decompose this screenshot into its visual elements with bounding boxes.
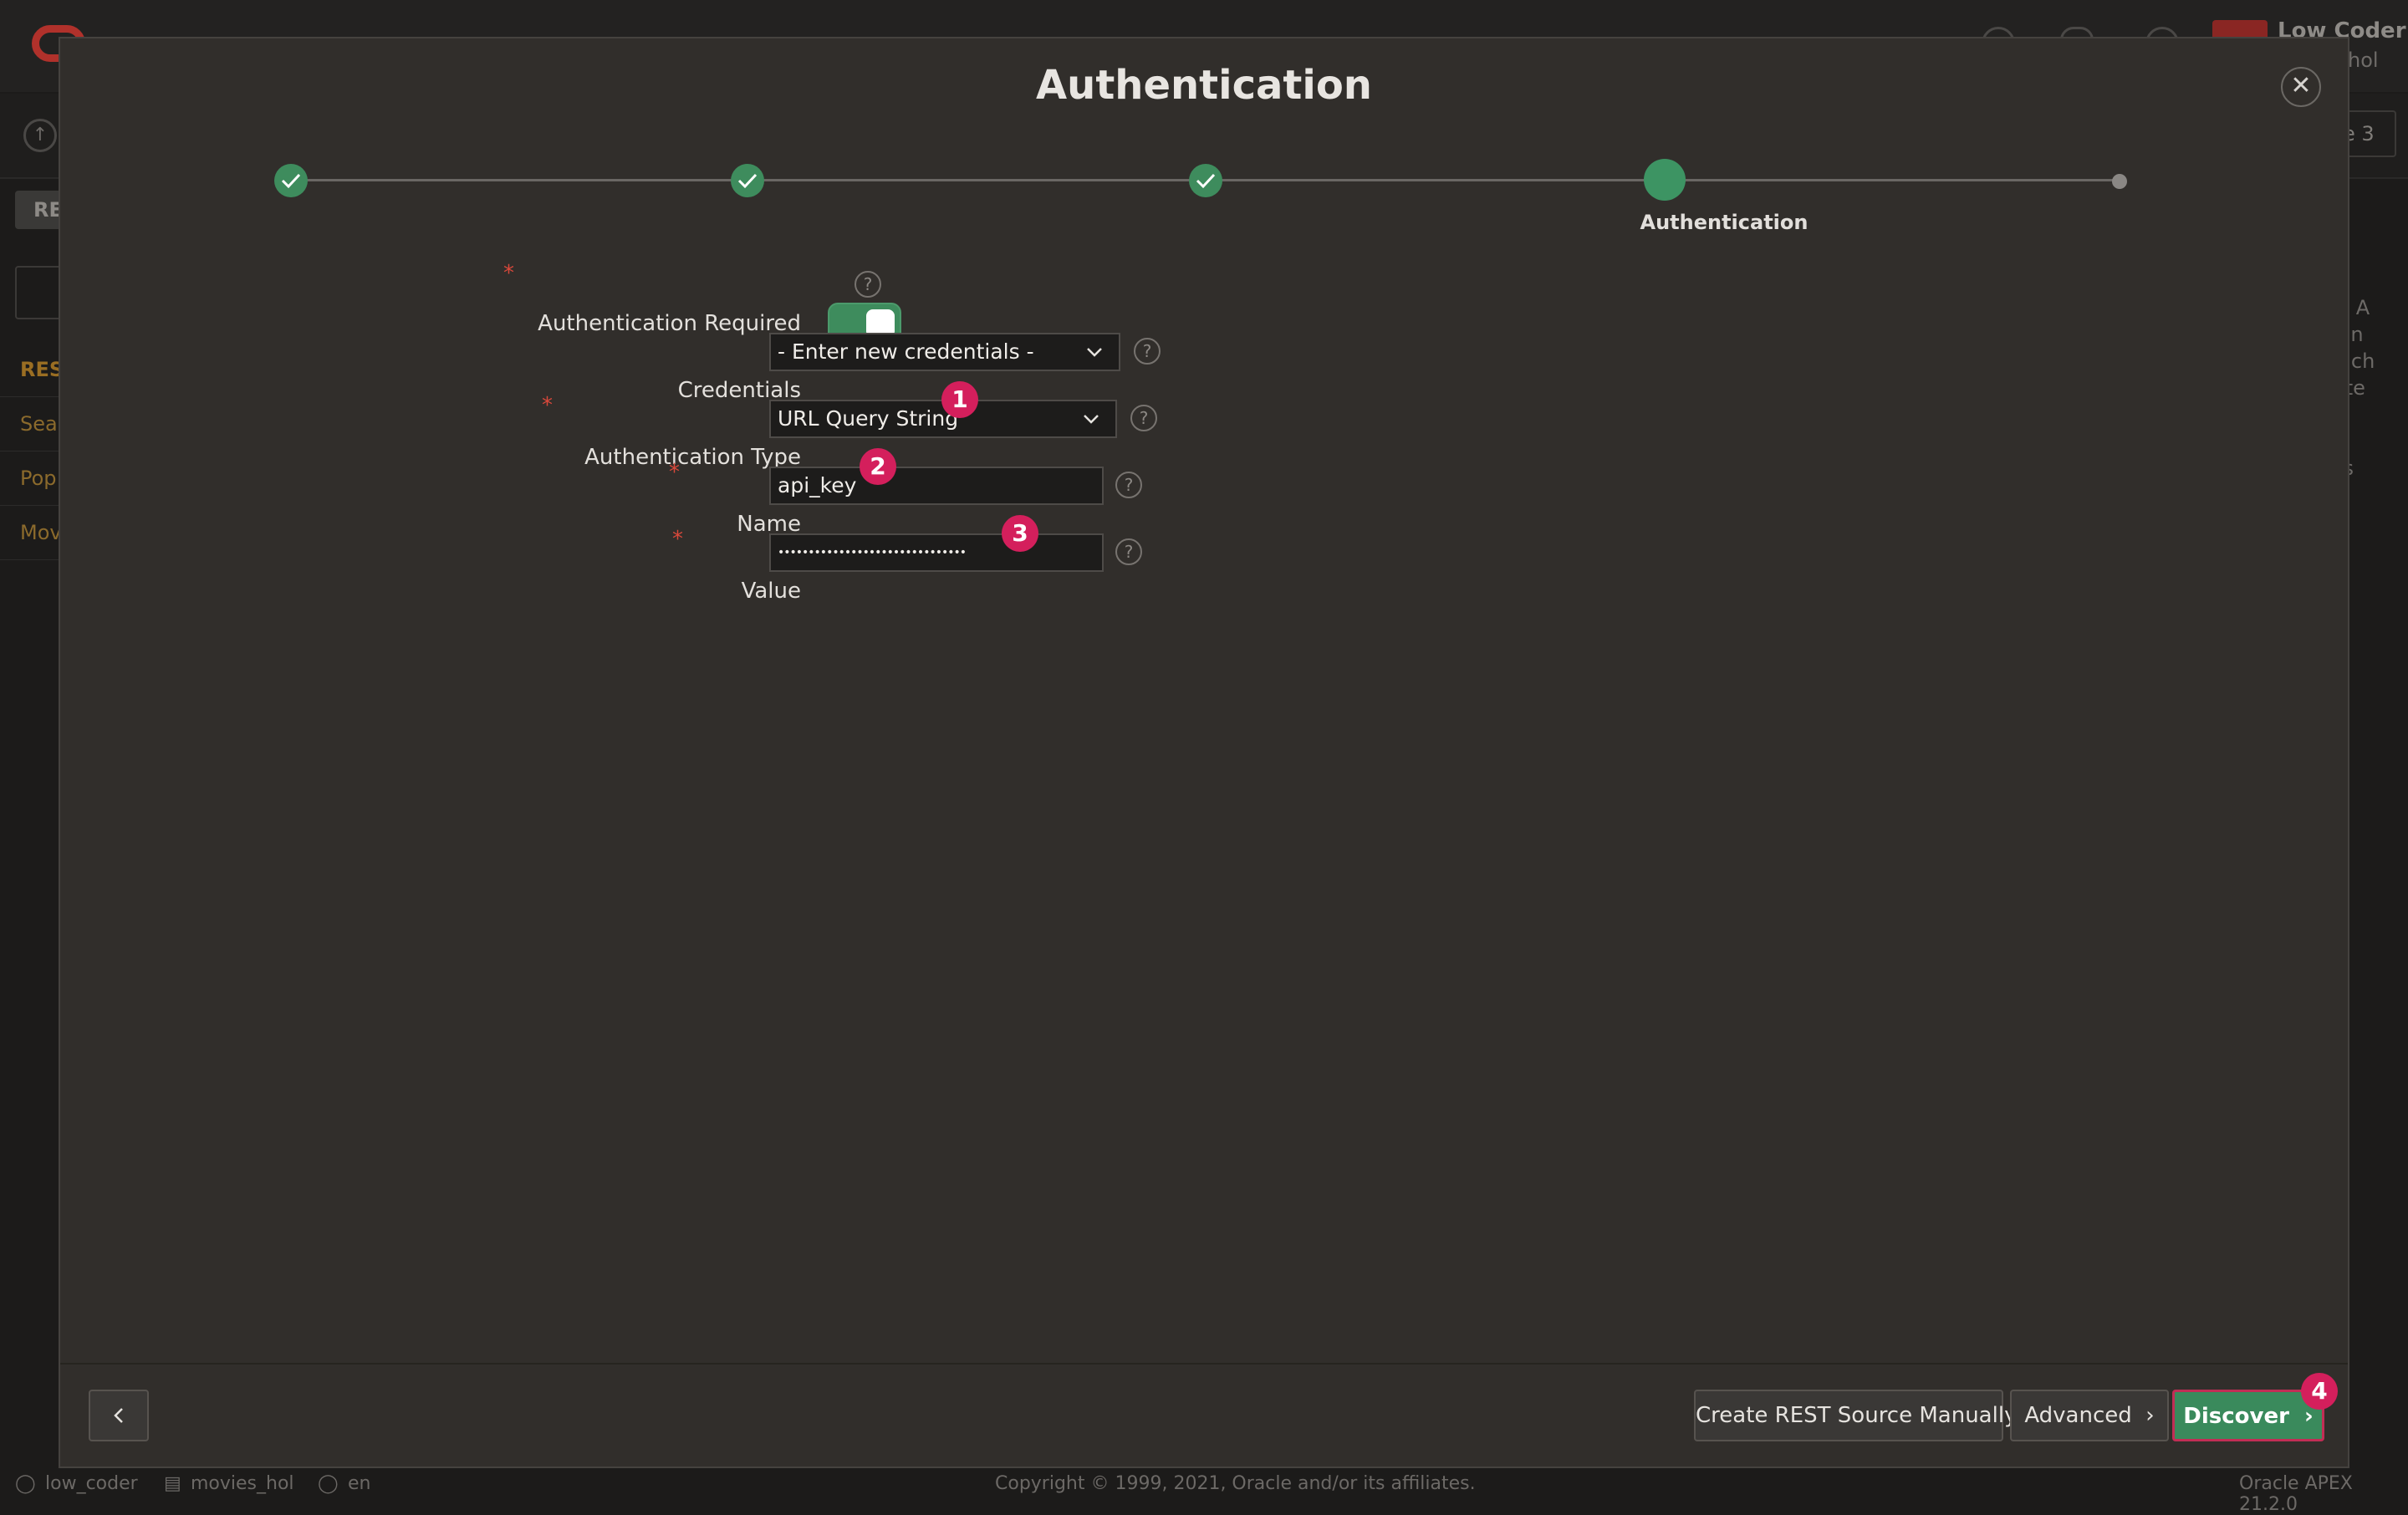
check-icon [281, 173, 301, 189]
help-icon[interactable]: ? [1134, 338, 1161, 365]
name-input[interactable]: api_key [769, 467, 1104, 505]
wizard-step-pending [2112, 174, 2127, 189]
advanced-label: Advanced [2024, 1403, 2132, 1428]
chevron-down-icon [1087, 348, 1102, 357]
footer-version: Oracle APEX 21.2.0 [2239, 1473, 2353, 1515]
wizard-step-current [1644, 159, 1686, 201]
required-marker: * [672, 527, 683, 552]
footer-db-icon: ▤ [164, 1473, 181, 1494]
credentials-value: - Enter new credentials - [778, 339, 1034, 364]
close-icon: ✕ [2290, 71, 2312, 100]
create-rest-source-manually-button[interactable]: Create REST Source Manually [1694, 1390, 2017, 1441]
help-icon[interactable]: ? [855, 271, 881, 298]
required-marker: * [669, 460, 680, 485]
help-icon[interactable]: ? [1130, 405, 1157, 431]
footer-copyright: Copyright © 1999, 2021, Oracle and/or it… [995, 1473, 1476, 1494]
back-button[interactable] [89, 1390, 149, 1441]
chevron-down-icon [1084, 415, 1099, 424]
footer-schema: movies_hol [191, 1473, 294, 1494]
required-marker: * [503, 261, 514, 286]
credentials-select[interactable]: - Enter new credentials - [769, 333, 1120, 371]
footer-lang: en [348, 1473, 371, 1494]
close-button[interactable]: ✕ [2281, 67, 2321, 107]
wizard-step-complete [1189, 164, 1222, 197]
step-badge: 1 [941, 381, 978, 418]
value-label: Value [741, 579, 801, 604]
step-badge: 3 [1002, 515, 1038, 552]
wizard-step-complete [731, 164, 764, 197]
check-icon [737, 173, 758, 189]
globe-icon: ◯ [318, 1473, 339, 1494]
wizard-step-label: Authentication [1640, 211, 1809, 234]
dialog-title: Authentication [1036, 62, 1372, 109]
advanced-button[interactable]: Advanced › [2010, 1390, 2169, 1441]
help-icon[interactable]: ? [1115, 472, 1142, 498]
dialog-footer-divider [60, 1363, 2348, 1365]
chevron-left-icon [114, 1408, 123, 1423]
name-value: api_key [778, 473, 857, 497]
authentication-dialog: Authentication ✕ Authentication * Authen… [59, 37, 2349, 1468]
footer-user-icon: ◯ [15, 1473, 36, 1494]
step-badge: 2 [860, 448, 896, 485]
required-marker: * [542, 393, 553, 418]
wizard-step-complete [274, 164, 308, 197]
arrow-up-icon: ↑ [23, 119, 57, 152]
step-badge: 4 [2301, 1373, 2338, 1410]
discover-label: Discover [2183, 1404, 2289, 1429]
footer-user: low_coder [45, 1473, 138, 1494]
help-icon[interactable]: ? [1115, 538, 1142, 565]
chevron-right-icon: › [2139, 1403, 2155, 1428]
value-password-input[interactable]: ••••••••••••••••••••••••••••••• [769, 533, 1104, 572]
value-masked: ••••••••••••••••••••••••••••••• [778, 546, 967, 559]
check-icon [1196, 173, 1216, 189]
auth-type-value: URL Query String [778, 406, 959, 431]
auth-required-label: Authentication Required [538, 311, 801, 336]
